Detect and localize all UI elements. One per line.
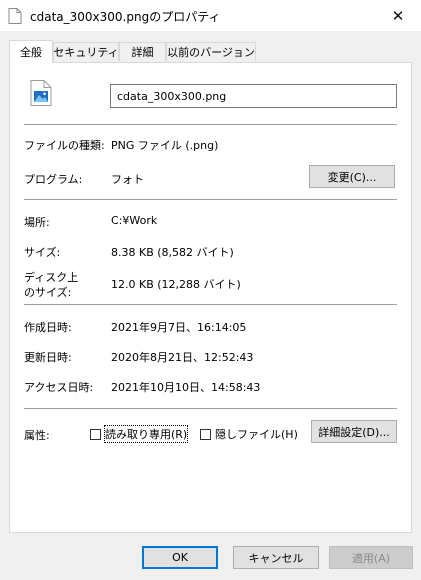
tab-previous-versions[interactable]: 以前のバージョン [166,42,256,61]
hidden-checkbox-label: 隠しファイル(H) [215,428,298,441]
window-title: cdata_300x300.pngのプロパティ [30,10,221,24]
advanced-attributes-button[interactable]: 詳細設定(D)... [311,420,397,443]
tab-general[interactable]: 全般 [9,40,53,63]
modified-value: 2020年8月21日、12:52:43 [111,351,254,364]
hidden-checkbox[interactable]: 隠しファイル(H) [200,426,298,442]
location-label: 場所: [24,216,50,229]
created-value: 2021年9月7日、16:14:05 [111,321,247,334]
close-button[interactable]: ✕ [375,0,421,31]
readonly-checkbox-label: 読み取り専用(R) [103,425,189,443]
created-label: 作成日時: [24,321,72,334]
title-bar: cdata_300x300.pngのプロパティ ✕ [0,0,421,31]
close-icon: ✕ [391,6,405,25]
size-label: サイズ: [24,246,61,259]
disk-size-label-line1: ディスク上 [24,271,79,284]
file-type-value: PNG ファイル (.png) [111,139,219,152]
separator [24,304,397,305]
separator [24,199,397,200]
accessed-label: アクセス日時: [24,381,94,394]
tab-security[interactable]: セキュリティ [53,42,119,61]
location-value: C:¥Work [111,214,158,227]
separator [24,124,397,125]
disk-size-label-line2: のサイズ: [24,286,72,299]
cancel-button[interactable]: キャンセル [233,546,319,569]
modified-label: 更新日時: [24,351,72,364]
general-panel: ファイルの種類: PNG ファイル (.png) プログラム: フォト 変更(C… [9,62,412,533]
apply-button[interactable]: 適用(A) [329,546,413,569]
attributes-label: 属性: [24,429,50,442]
disk-size-value: 12.0 KB (12,288 バイト) [111,278,241,291]
program-label: プログラム: [24,173,83,186]
ok-button[interactable]: OK [142,546,218,569]
file-icon [8,8,22,24]
hidden-checkbox-box[interactable] [200,428,211,440]
change-program-button[interactable]: 変更(C)... [309,165,395,188]
size-value: 8.38 KB (8,582 バイト) [111,246,234,259]
program-value: フォト [111,173,144,186]
tab-details[interactable]: 詳細 [119,42,166,61]
readonly-checkbox-box[interactable] [90,428,101,440]
file-name-field[interactable] [110,84,397,108]
image-file-icon [30,80,52,106]
accessed-value: 2021年10月10日、14:58:43 [111,381,261,394]
file-type-label: ファイルの種類: [24,139,105,152]
separator [24,408,397,409]
readonly-checkbox[interactable]: 読み取り専用(R) [90,425,189,443]
